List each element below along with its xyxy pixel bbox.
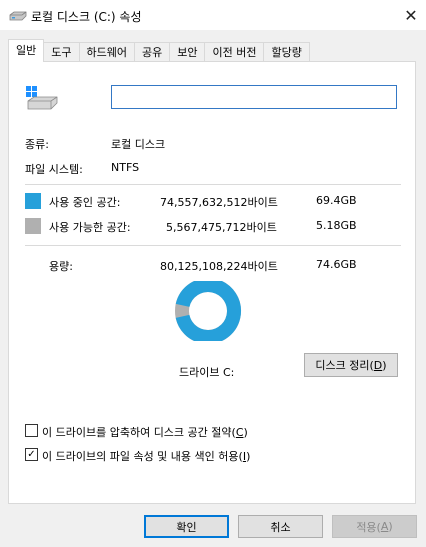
index-drive-option[interactable]: 이 드라이브의 파일 속성 및 내용 색인 허용(I)	[42, 448, 250, 464]
tab-previous-versions[interactable]: 이전 버전	[205, 42, 265, 62]
compress-drive-checkbox[interactable]	[25, 424, 38, 437]
compress-drive-suffix: )	[243, 426, 248, 439]
disk-cleanup-button[interactable]: 디스크 정리(D)	[304, 353, 398, 377]
used-space-label: 사용 중인 공간:	[49, 196, 121, 209]
compress-drive-access-key: C	[235, 426, 244, 439]
tab-hardware[interactable]: 하드웨어	[79, 42, 135, 62]
tab-security[interactable]: 보안	[170, 42, 206, 62]
general-panel: 종류: 로컬 디스크 파일 시스템: NTFS 사용 중인 공간: 74,557…	[8, 61, 416, 504]
cancel-button[interactable]: 취소	[238, 515, 323, 538]
apply-label: 적용(	[356, 520, 381, 534]
tab-bar: 일반 도구 하드웨어 공유 보안 이전 버전 할당량	[8, 39, 310, 62]
free-space-label: 사용 가능한 공간:	[49, 221, 131, 234]
used-space-size: 69.4GB	[316, 194, 357, 207]
index-drive-checkbox[interactable]: ✓	[25, 448, 38, 461]
apply-suffix: )	[388, 520, 393, 533]
separator	[25, 184, 401, 185]
usage-donut-chart	[175, 281, 241, 341]
capacity-label: 용량:	[49, 260, 73, 273]
type-label: 종류:	[25, 138, 49, 151]
separator	[25, 245, 401, 246]
disk-cleanup-label: 디스크 정리(	[315, 359, 374, 372]
capacity-bytes: 80,125,108,224바이트	[160, 260, 278, 273]
disk-cleanup-suffix: )	[382, 358, 387, 372]
filesystem-value: NTFS	[111, 161, 140, 174]
index-drive-suffix: )	[246, 450, 251, 463]
tab-tools[interactable]: 도구	[44, 42, 80, 62]
close-icon: ✕	[404, 5, 418, 25]
tab-sharing[interactable]: 공유	[134, 42, 171, 62]
drive-icon	[9, 11, 27, 21]
free-space-size: 5.18GB	[316, 219, 357, 232]
window-title: 로컬 디스크 (C:) 속성	[31, 10, 142, 24]
apply-button[interactable]: 적용(A)	[332, 515, 417, 538]
windows-drive-icon	[26, 86, 58, 110]
compress-drive-label: 이 드라이브를 압축하여 디스크 공간 절약(	[42, 426, 236, 439]
apply-access-key: A	[380, 520, 389, 533]
filesystem-label: 파일 시스템:	[25, 163, 83, 176]
drive-name-input[interactable]	[111, 85, 397, 109]
tab-general[interactable]: 일반	[8, 39, 45, 62]
free-space-bytes: 5,567,475,712바이트	[166, 221, 277, 234]
type-value: 로컬 디스크	[111, 138, 166, 151]
used-space-bytes: 74,557,632,512바이트	[160, 196, 278, 209]
capacity-size: 74.6GB	[316, 258, 357, 271]
used-space-swatch	[25, 193, 41, 209]
compress-drive-option[interactable]: 이 드라이브를 압축하여 디스크 공간 절약(C)	[42, 424, 248, 440]
tab-quota[interactable]: 할당량	[264, 42, 310, 62]
title-bar: 로컬 디스크 (C:) 속성 ✕	[0, 0, 426, 30]
close-button[interactable]: ✕	[396, 0, 426, 30]
disk-cleanup-access-key: D	[373, 358, 383, 372]
ok-button[interactable]: 확인	[144, 515, 229, 538]
index-drive-label: 이 드라이브의 파일 속성 및 내용 색인 허용(	[42, 450, 243, 463]
drive-letter-label: 드라이브 C:	[179, 366, 235, 379]
free-space-swatch	[25, 218, 41, 234]
